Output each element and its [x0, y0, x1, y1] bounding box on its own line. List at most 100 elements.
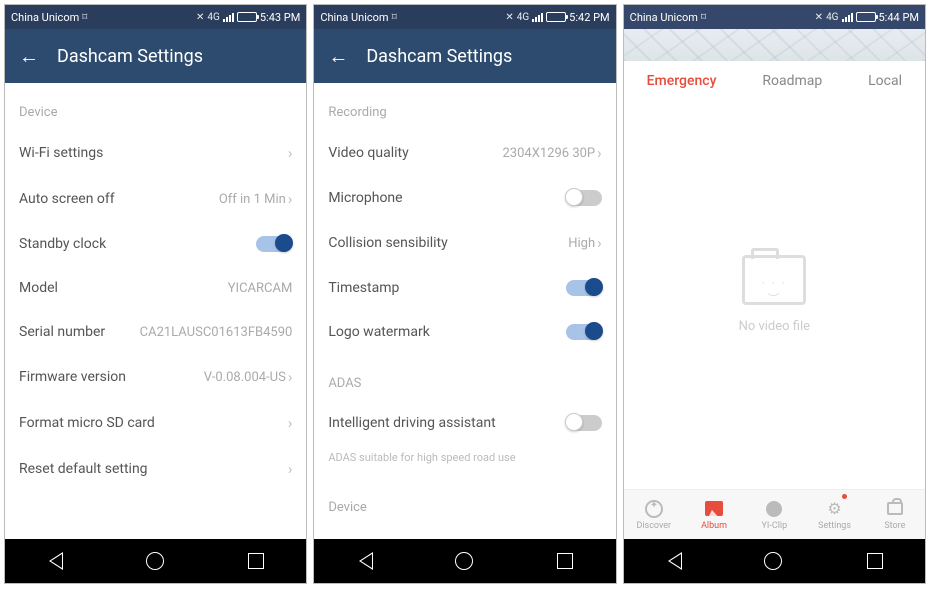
empty-state: · · ·︶ No video file: [624, 99, 925, 489]
tab-label: Album: [701, 521, 727, 531]
row-value: YICARCAM: [228, 281, 293, 296]
row-firmware-version[interactable]: Firmware version V-0.08.004-US›: [5, 354, 306, 400]
notification-dot-icon: [842, 494, 847, 499]
tab-settings[interactable]: ⚙ Settings: [804, 490, 864, 539]
row-value: V-0.08.004-US: [204, 370, 286, 385]
section-device: Device: [5, 83, 306, 130]
microphone-toggle[interactable]: [566, 190, 602, 206]
carrier-label: China Unicom: [630, 11, 698, 24]
row-collision-sensibility[interactable]: Collision sensibility High›: [314, 220, 615, 266]
standby-clock-toggle[interactable]: [256, 236, 292, 252]
store-icon: [885, 499, 905, 519]
row-label: Video quality: [328, 145, 408, 161]
chevron-right-icon: ›: [597, 144, 602, 162]
adas-toggle[interactable]: [566, 415, 602, 431]
row-auto-screen-off[interactable]: Auto screen off Off in 1 Min›: [5, 176, 306, 222]
nav-home-button[interactable]: [455, 552, 473, 570]
tab-label: YI-Clip: [762, 521, 788, 531]
row-label: Firmware version: [19, 369, 126, 385]
network-4g-icon: 4G: [517, 12, 529, 23]
row-value: Off in 1 Min: [219, 192, 286, 207]
sim-icon: ⌑: [392, 12, 397, 23]
back-button[interactable]: ←: [19, 44, 39, 69]
page-title: Dashcam Settings: [57, 46, 203, 67]
clock-label: 5:44 PM: [879, 11, 919, 24]
row-format-sd[interactable]: Format micro SD card ›: [5, 400, 306, 446]
clock-label: 5:42 PM: [569, 11, 609, 24]
chevron-right-icon: ›: [597, 234, 602, 252]
tab-label: Discover: [636, 521, 671, 531]
nav-back-button[interactable]: [666, 552, 680, 570]
compass-icon: [644, 499, 664, 519]
adas-hint: ADAS suitable for high speed road use: [314, 445, 615, 478]
nav-recents-button[interactable]: [867, 553, 883, 569]
back-button[interactable]: ←: [328, 44, 348, 69]
nav-recents-button[interactable]: [248, 553, 264, 569]
carrier-label: China Unicom: [11, 11, 79, 24]
row-reset-default[interactable]: Reset default setting ›: [5, 446, 306, 492]
tabs: Emergency Roadmap Local: [624, 61, 925, 99]
empty-folder-icon: · · ·︶: [742, 255, 806, 305]
tab-album[interactable]: Album: [684, 490, 744, 539]
bottom-tab-bar: Discover Album YI-Clip ⚙ Settings Store: [624, 489, 925, 539]
section-device: Device: [314, 478, 615, 525]
page-title: Dashcam Settings: [366, 46, 512, 67]
tab-emergency[interactable]: Emergency: [647, 73, 717, 89]
nav-recents-button[interactable]: [557, 553, 573, 569]
tab-roadmap[interactable]: Roadmap: [762, 73, 822, 89]
row-timestamp: Timestamp: [314, 266, 615, 310]
mute-icon: ✕: [815, 12, 823, 23]
chevron-right-icon: ›: [288, 144, 293, 162]
album-content: · · ·︶ No video file: [624, 99, 925, 489]
signal-icon: [223, 12, 234, 22]
tab-label: Settings: [818, 521, 851, 531]
row-video-quality[interactable]: Video quality 2304X1296 30P›: [314, 130, 615, 176]
logo-watermark-toggle[interactable]: [566, 324, 602, 340]
chevron-right-icon: ›: [288, 190, 293, 208]
row-logo-watermark: Logo watermark: [314, 310, 615, 354]
row-value: 2304X1296 30P: [503, 146, 596, 161]
nav-back-button[interactable]: [357, 552, 371, 570]
status-bar: China Unicom ⌑ ✕ 4G 5:43 PM: [5, 5, 306, 29]
network-4g-icon: 4G: [826, 12, 838, 23]
phone-3: China Unicom ⌑ ✕ 4G 5:44 PM Emergency Ro…: [623, 4, 926, 584]
row-label: Reset default setting: [19, 461, 148, 477]
row-microphone: Microphone: [314, 176, 615, 220]
network-4g-icon: 4G: [207, 12, 219, 23]
android-nav-bar: [624, 539, 925, 583]
row-label: Serial number: [19, 324, 105, 340]
nav-home-button[interactable]: [146, 552, 164, 570]
row-value: High: [568, 236, 595, 251]
phone-2: China Unicom ⌑ ✕ 4G 5:42 PM ← Dashcam Se…: [313, 4, 616, 584]
row-label: Logo watermark: [328, 324, 429, 340]
map-banner: [624, 29, 925, 61]
row-label: Model: [19, 280, 58, 296]
settings-content: Device Wi-Fi settings › Auto screen off …: [5, 83, 306, 539]
chevron-right-icon: ›: [288, 460, 293, 478]
clock-label: 5:43 PM: [260, 11, 300, 24]
status-bar: China Unicom ⌑ ✕ 4G 5:44 PM: [624, 5, 925, 29]
tab-store[interactable]: Store: [865, 490, 925, 539]
android-nav-bar: [5, 539, 306, 583]
mute-icon: ✕: [196, 12, 204, 23]
android-nav-bar: [314, 539, 615, 583]
gear-icon: ⚙: [825, 499, 845, 519]
row-wifi-settings[interactable]: Wi-Fi settings ›: [5, 130, 306, 176]
album-icon: [704, 499, 724, 519]
section-recording: Recording: [314, 83, 615, 130]
timestamp-toggle[interactable]: [566, 280, 602, 296]
signal-icon: [842, 12, 853, 22]
row-label: Collision sensibility: [328, 235, 447, 251]
tab-local[interactable]: Local: [868, 73, 902, 89]
nav-home-button[interactable]: [764, 552, 782, 570]
tab-yiclip[interactable]: YI-Clip: [744, 490, 804, 539]
app-header: ← Dashcam Settings: [5, 29, 306, 83]
nav-back-button[interactable]: [47, 552, 61, 570]
row-label: Microphone: [328, 190, 402, 206]
sim-icon: ⌑: [701, 12, 706, 23]
phone-1: China Unicom ⌑ ✕ 4G 5:43 PM ← Dashcam Se…: [4, 4, 307, 584]
clip-icon: [764, 499, 784, 519]
tab-discover[interactable]: Discover: [624, 490, 684, 539]
row-model: Model YICARCAM: [5, 266, 306, 310]
battery-icon: [546, 12, 566, 22]
